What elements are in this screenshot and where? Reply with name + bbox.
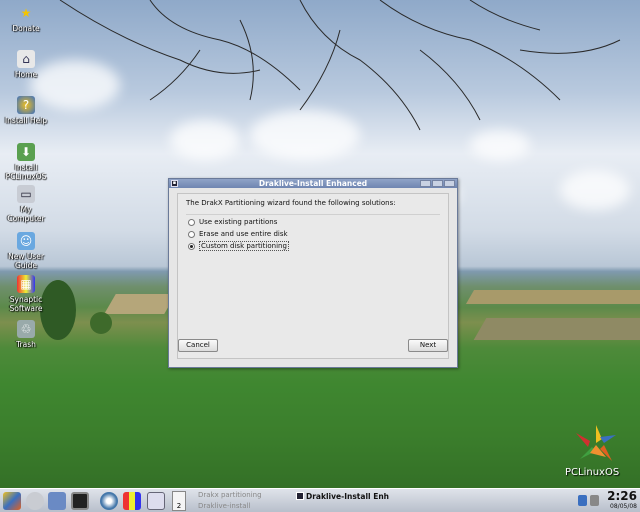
next-button[interactable]: Next bbox=[408, 339, 448, 352]
option-label: Use existing partitions bbox=[199, 218, 278, 226]
tree-small bbox=[90, 312, 112, 334]
synaptic-icon[interactable] bbox=[123, 492, 141, 510]
dialog-title: Draklive-Install Enhanced bbox=[258, 179, 368, 188]
branches-decoration bbox=[59, 0, 621, 131]
task-partitioning[interactable]: Drakx partitioning bbox=[198, 490, 290, 500]
desktop-icon-computer[interactable]: ▭ My Computer bbox=[0, 185, 52, 223]
radio-use-existing[interactable] bbox=[188, 218, 195, 226]
clock-date: 08/05/08 bbox=[610, 503, 637, 510]
desktop-icon-label: Install PCLinuxOS bbox=[5, 163, 47, 181]
desktop-icon-label: Home bbox=[14, 70, 38, 79]
option-label: Custom disk partitioning bbox=[199, 241, 289, 251]
radio-erase-disk[interactable] bbox=[188, 230, 195, 238]
desktop-icon-synaptic[interactable]: ▦ Synaptic Software bbox=[0, 275, 52, 313]
task-active-installer[interactable]: Draklive-Install Enh bbox=[296, 491, 392, 501]
synaptic-icon: ▦ bbox=[17, 275, 35, 293]
dialog-titlebar[interactable]: ▪ Draklive-Install Enhanced bbox=[169, 179, 457, 188]
radio-custom-partitioning[interactable] bbox=[188, 242, 195, 250]
desktop-icon-trash[interactable]: ♲ Trash bbox=[0, 320, 52, 349]
taskbar: 2 Drakx partitioning Draklive-install Dr… bbox=[0, 488, 640, 512]
desktop-icon-label: Synaptic Software bbox=[9, 295, 43, 313]
home-folder-icon: ⌂ bbox=[17, 50, 35, 68]
divider bbox=[186, 214, 440, 215]
pclinuxos-wordmark: PCLinuxOS bbox=[565, 467, 620, 478]
pclinuxos-logo bbox=[576, 425, 616, 461]
help-icon: ? bbox=[17, 96, 35, 114]
desktop-icon-star[interactable]: ★ Donate bbox=[0, 4, 52, 33]
task-label: Draklive-Install Enh bbox=[306, 491, 389, 501]
desktop-icon-help[interactable]: ? Install Help bbox=[0, 96, 52, 125]
start-menu-icon[interactable] bbox=[3, 492, 21, 510]
desktop-icon-label: Install Help bbox=[4, 116, 48, 125]
network-tray-icon[interactable] bbox=[578, 495, 587, 506]
option-custom-partitioning[interactable]: Custom disk partitioning bbox=[188, 241, 289, 251]
clock[interactable]: 2:26 08/05/08 bbox=[607, 489, 637, 511]
desktop-pager[interactable]: 2 bbox=[172, 491, 186, 511]
show-desktop-icon[interactable] bbox=[26, 492, 44, 510]
task-draklive[interactable]: Draklive-install bbox=[198, 501, 290, 511]
cancel-button[interactable]: Cancel bbox=[178, 339, 218, 352]
dialog-content: The DrakX Partitioning wizard found the … bbox=[177, 193, 449, 359]
option-label: Erase and use entire disk bbox=[199, 230, 288, 238]
installer-dialog: ▪ Draklive-Install Enhanced The DrakX Pa… bbox=[168, 178, 458, 368]
desktop-icon-home-folder[interactable]: ⌂ Home bbox=[0, 50, 52, 79]
maximize-button[interactable] bbox=[432, 180, 443, 187]
star-icon: ★ bbox=[20, 6, 32, 20]
partition-prompt: The DrakX Partitioning wizard found the … bbox=[186, 199, 396, 207]
clock-time: 2:26 bbox=[607, 489, 637, 503]
installer-task-icon bbox=[296, 492, 304, 500]
install-icon: ⬇ bbox=[17, 143, 35, 161]
monitor-icon[interactable] bbox=[147, 492, 165, 510]
desktop-icon-install[interactable]: ⬇ Install PCLinuxOS bbox=[0, 143, 52, 181]
desktop-icon-label: My Computer bbox=[7, 205, 45, 223]
minimize-button[interactable] bbox=[420, 180, 431, 187]
desktop-icon-label: New User Guide bbox=[8, 252, 44, 270]
desktop-icon-label: Donate bbox=[12, 24, 40, 33]
computer-icon: ▭ bbox=[17, 185, 35, 203]
terminal-icon[interactable] bbox=[71, 492, 89, 510]
volume-tray-icon[interactable] bbox=[590, 495, 599, 506]
close-button[interactable] bbox=[444, 180, 455, 187]
desktop-icon-label: Trash bbox=[16, 340, 36, 349]
option-use-existing[interactable]: Use existing partitions bbox=[188, 218, 277, 226]
desktop-icon-user-guide[interactable]: ☺ New User Guide bbox=[0, 232, 52, 270]
control-center-icon[interactable] bbox=[100, 492, 118, 510]
trash-icon: ♲ bbox=[17, 320, 35, 338]
file-manager-icon[interactable] bbox=[48, 492, 66, 510]
user-guide-icon: ☺ bbox=[17, 232, 35, 250]
option-erase-disk[interactable]: Erase and use entire disk bbox=[188, 230, 288, 238]
